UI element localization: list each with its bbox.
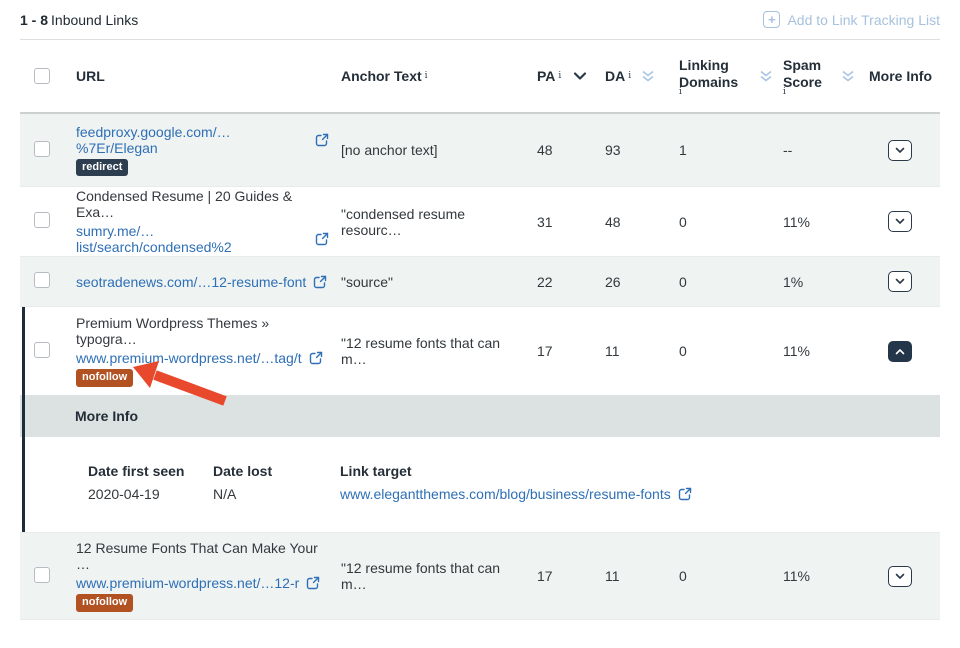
source-url-link[interactable]: www.premium-wordpress.net/…12-r	[76, 575, 299, 591]
page-title-text: Premium Wordpress Themes » typogra…	[76, 315, 329, 347]
add-to-link-tracking-label: Add to Link Tracking List	[787, 12, 940, 28]
more-info-collapse-button[interactable]	[888, 341, 912, 362]
inbound-links-panel: 1 - 8Inbound Links + Add to Link Trackin…	[0, 0, 960, 620]
info-icon[interactable]: i	[679, 90, 749, 95]
linking-domains-value: 1	[679, 142, 783, 158]
sortable-icon[interactable]	[759, 70, 773, 82]
more-info-detail: Date first seen 2020-04-19 Date lost N/A…	[20, 437, 940, 532]
column-header-anchor-text: Anchor Texti	[341, 68, 537, 84]
pa-value: 17	[537, 343, 605, 359]
linking-domains-value: 0	[679, 568, 783, 584]
row-checkbox[interactable]	[34, 272, 50, 288]
page-title-label: Inbound Links	[51, 12, 138, 28]
more-info-section-header: More Info	[20, 395, 940, 437]
row-checkbox[interactable]	[34, 567, 50, 583]
spam-score-value: --	[783, 142, 869, 158]
anchor-text: [no anchor text]	[341, 142, 537, 158]
spam-score-value: 11%	[783, 343, 869, 359]
linking-domains-value: 0	[679, 274, 783, 290]
da-value: 26	[605, 274, 679, 290]
column-header-linking-domains[interactable]: Linking Domainsi	[679, 57, 783, 94]
result-range: 1 - 8	[20, 12, 48, 28]
row-checkbox[interactable]	[34, 212, 50, 228]
pa-value: 17	[537, 568, 605, 584]
more-info-toggle-button[interactable]	[888, 211, 912, 232]
da-value: 11	[605, 343, 679, 359]
da-value: 48	[605, 214, 679, 230]
da-value: 93	[605, 142, 679, 158]
plus-icon: +	[763, 11, 780, 28]
column-header-spam-score[interactable]: Spam Scorei	[783, 57, 869, 94]
more-info-toggle-button[interactable]	[888, 271, 912, 292]
table-row: feedproxy.google.com/…%7Er/Elegan redire…	[20, 114, 940, 186]
column-header-more-info: More Info	[869, 68, 940, 84]
spam-score-value: 11%	[783, 214, 869, 230]
sortable-icon[interactable]	[641, 70, 655, 82]
pa-value: 31	[537, 214, 605, 230]
spam-score-value: 11%	[783, 568, 869, 584]
panel-header: 1 - 8Inbound Links + Add to Link Trackin…	[20, 0, 940, 40]
redirect-badge: redirect	[76, 159, 128, 177]
more-info-toggle-button[interactable]	[888, 140, 912, 161]
nofollow-badge: nofollow	[76, 369, 133, 387]
row-checkbox[interactable]	[34, 141, 50, 157]
column-header-pa[interactable]: PAi	[537, 68, 605, 84]
row-checkbox[interactable]	[34, 342, 50, 358]
page-title: 1 - 8Inbound Links	[20, 12, 138, 28]
table-row: 12 Resume Fonts That Can Make Your … www…	[20, 532, 940, 620]
select-all-checkbox[interactable]	[34, 68, 50, 84]
sortable-icon[interactable]	[841, 70, 855, 82]
expanded-row-group: Premium Wordpress Themes » typogra… www.…	[20, 306, 940, 532]
chevron-down-icon	[895, 218, 905, 225]
link-target-link[interactable]: www.elegantthemes.com/blog/business/resu…	[340, 486, 671, 502]
chevron-up-icon	[895, 348, 905, 355]
page-title-text: Condensed Resume | 20 Guides & Exa…	[76, 188, 329, 220]
info-icon[interactable]: i	[783, 90, 831, 95]
anchor-text: "12 resume fonts that can m…	[341, 335, 537, 367]
nofollow-badge: nofollow	[76, 594, 133, 612]
info-icon[interactable]: i	[425, 71, 428, 81]
external-link-icon[interactable]	[678, 487, 692, 501]
column-header-url: URL	[76, 68, 341, 84]
column-header-da[interactable]: DAi	[605, 68, 679, 84]
external-link-icon[interactable]	[313, 275, 327, 289]
chevron-down-icon	[895, 573, 905, 580]
anchor-text: "source"	[341, 274, 537, 290]
source-url-link[interactable]: seotradenews.com/…12-resume-font	[76, 274, 306, 290]
link-target: Link target www.elegantthemes.com/blog/b…	[340, 463, 692, 502]
external-link-icon[interactable]	[306, 576, 320, 590]
source-url-link[interactable]: feedproxy.google.com/…%7Er/Elegan	[76, 124, 308, 156]
source-url-link[interactable]: sumry.me/…list/search/condensed%2	[76, 223, 308, 255]
linking-domains-value: 0	[679, 214, 783, 230]
info-icon[interactable]: i	[558, 71, 561, 81]
anchor-text: "condensed resume resourc…	[341, 206, 537, 238]
sort-descending-icon[interactable]	[573, 72, 587, 81]
date-first-seen: Date first seen 2020-04-19	[88, 463, 213, 502]
info-icon[interactable]: i	[628, 71, 631, 81]
da-value: 11	[605, 568, 679, 584]
spam-score-value: 1%	[783, 274, 869, 290]
table-row: Premium Wordpress Themes » typogra… www.…	[20, 307, 940, 395]
external-link-icon[interactable]	[309, 351, 323, 365]
pa-value: 48	[537, 142, 605, 158]
more-info-toggle-button[interactable]	[888, 566, 912, 587]
chevron-down-icon	[895, 278, 905, 285]
linking-domains-value: 0	[679, 343, 783, 359]
page-title-text: 12 Resume Fonts That Can Make Your …	[76, 540, 329, 572]
chevron-down-icon	[895, 147, 905, 154]
table-row: seotradenews.com/…12-resume-font "source…	[20, 256, 940, 306]
table-row: Condensed Resume | 20 Guides & Exa… sumr…	[20, 186, 940, 256]
source-url-link[interactable]: www.premium-wordpress.net/…tag/t	[76, 350, 302, 366]
date-lost: Date lost N/A	[213, 463, 340, 502]
anchor-text: "12 resume fonts that can m…	[341, 560, 537, 592]
external-link-icon[interactable]	[315, 133, 329, 147]
pa-value: 22	[537, 274, 605, 290]
table-header: URL Anchor Texti PAi DAi Linking Domains…	[20, 40, 940, 114]
add-to-link-tracking-button[interactable]: + Add to Link Tracking List	[763, 11, 940, 28]
external-link-icon[interactable]	[315, 232, 329, 246]
